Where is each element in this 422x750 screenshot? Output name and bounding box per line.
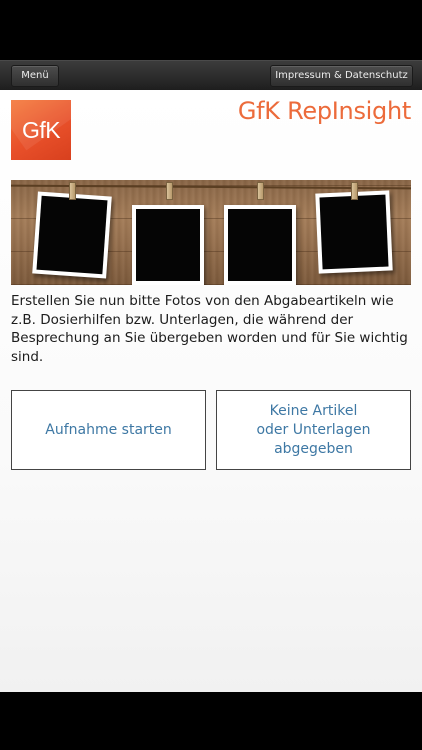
status-bar — [0, 0, 422, 60]
no-items-label-line: Keine Artikel — [269, 402, 358, 419]
no-items-label-line: abgegeben — [274, 440, 353, 457]
instruction-text: Erstellen Sie nun bitte Fotos von den Ab… — [11, 293, 408, 365]
no-items-button[interactable]: Keine Artikel oder Unterlagen abgegeben — [216, 390, 411, 470]
menu-button[interactable]: Menü — [11, 65, 59, 87]
gfk-logo: GfK — [11, 100, 71, 160]
app-title: GfK RepInsight — [237, 97, 411, 125]
photo-frame — [224, 205, 296, 285]
impressum-button[interactable]: Impressum & Datenschutz — [270, 65, 413, 87]
photo-frame — [315, 190, 393, 274]
clothes-pin — [166, 182, 173, 200]
photos-banner-image — [11, 180, 411, 285]
no-items-label-line: oder Unterlagen — [256, 421, 371, 438]
start-capture-label: Aufnahme starten — [45, 421, 172, 438]
clothes-pin — [257, 182, 264, 200]
photo-frame — [132, 205, 204, 285]
top-nav-bar: Menü Impressum & Datenschutz — [0, 60, 422, 90]
start-capture-button[interactable]: Aufnahme starten — [11, 390, 206, 470]
clothes-pin — [351, 182, 358, 200]
photo-frame — [32, 191, 112, 279]
main-content: GfK GfK RepInsight Erstellen Sie nun bit… — [0, 90, 422, 692]
bottom-bar — [0, 692, 422, 750]
clothes-pin — [69, 182, 76, 200]
